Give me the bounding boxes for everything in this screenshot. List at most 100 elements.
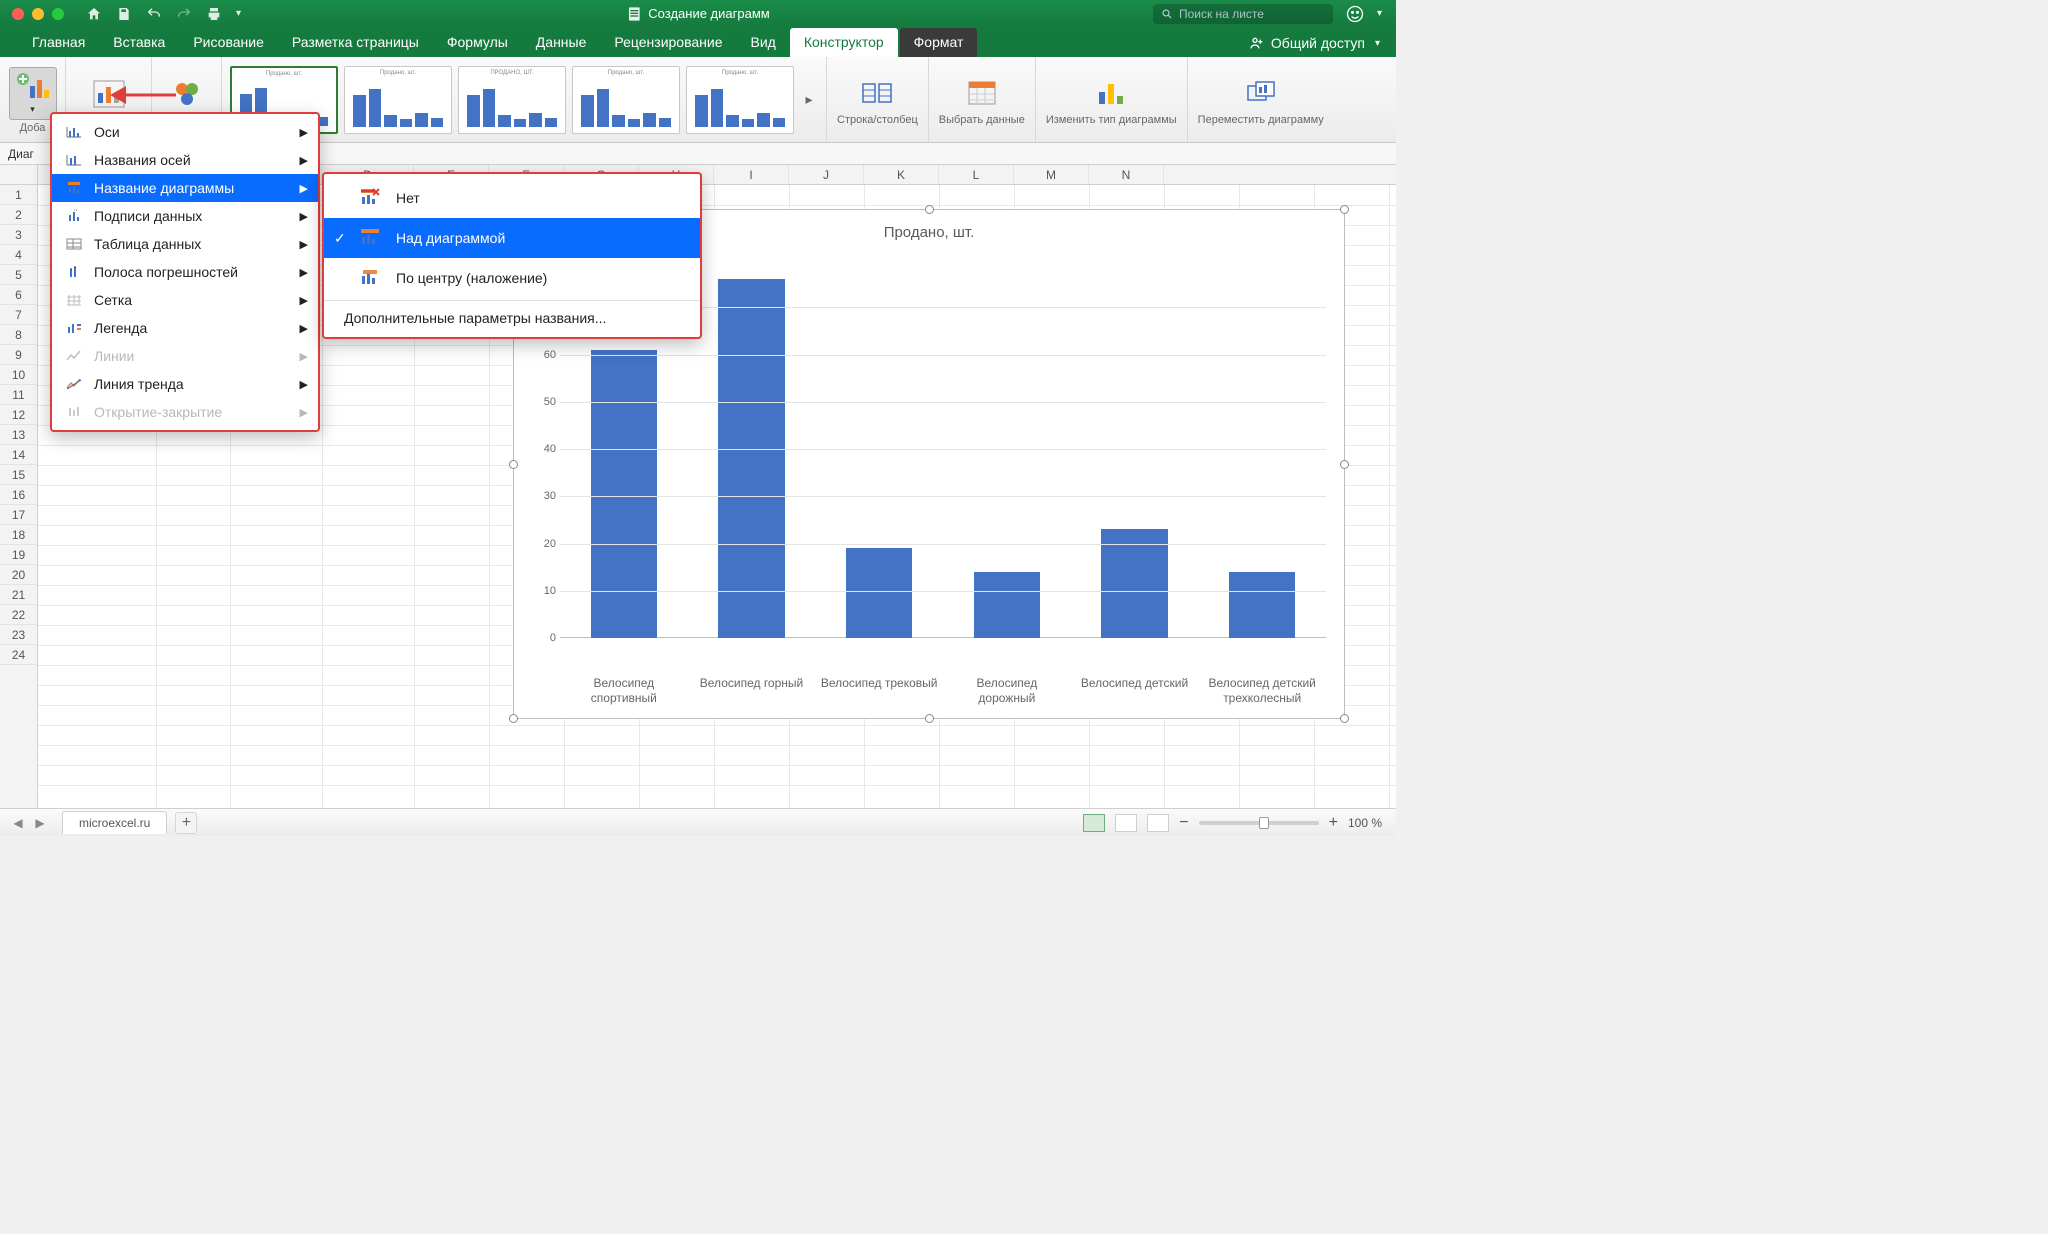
submenu-more-options[interactable]: Дополнительные параметры названия... <box>324 303 700 333</box>
menu-item[interactable]: Название диаграммы▶ <box>52 174 318 202</box>
row-header[interactable]: 8 <box>0 325 37 345</box>
col-header[interactable]: M <box>1014 165 1089 184</box>
minimize-window-button[interactable] <box>32 8 44 20</box>
search-input[interactable]: Поиск на листе <box>1153 4 1333 24</box>
change-chart-type-button[interactable] <box>1088 74 1134 112</box>
zoom-out-button[interactable]: − <box>1179 814 1188 832</box>
chart-style-4[interactable]: Продано, шт. <box>572 66 680 134</box>
row-header[interactable]: 14 <box>0 445 37 465</box>
qat-more-icon[interactable]: ▾ <box>236 8 241 19</box>
chart-bar[interactable] <box>591 350 657 638</box>
chart-style-3[interactable]: ПРОДАНО, ШТ. <box>458 66 566 134</box>
row-header[interactable]: 16 <box>0 485 37 505</box>
chart-bar[interactable] <box>718 279 784 638</box>
select-data-button[interactable] <box>959 74 1005 112</box>
menu-item[interactable]: Таблица данных▶ <box>52 230 318 258</box>
tab-view[interactable]: Вид <box>737 28 790 57</box>
menu-item[interactable]: Сетка▶ <box>52 286 318 314</box>
switch-row-col-button[interactable] <box>854 74 900 112</box>
sheet-tab[interactable]: microexcel.ru <box>62 811 167 834</box>
col-header[interactable]: I <box>714 165 789 184</box>
menu-item[interactable]: Линия тренда▶ <box>52 370 318 398</box>
sheet-nav-prev[interactable]: ◀ <box>8 813 28 833</box>
zoom-slider-thumb[interactable] <box>1259 817 1269 829</box>
share-button[interactable]: Общий доступ ▾ <box>1233 29 1396 57</box>
menu-item[interactable]: nПодписи данных▶ <box>52 202 318 230</box>
chart-resize-handle[interactable] <box>1340 714 1349 723</box>
tab-insert[interactable]: Вставка <box>99 28 179 57</box>
chart-bar[interactable] <box>1229 572 1295 638</box>
tab-data[interactable]: Данные <box>522 28 601 57</box>
row-header[interactable]: 4 <box>0 245 37 265</box>
maximize-window-button[interactable] <box>52 8 64 20</box>
sheet-nav-next[interactable]: ▶ <box>30 813 50 833</box>
menu-item[interactable]: Названия осей▶ <box>52 146 318 174</box>
close-window-button[interactable] <box>12 8 24 20</box>
chart-resize-handle[interactable] <box>509 460 518 469</box>
tab-home[interactable]: Главная <box>18 28 99 57</box>
row-header[interactable]: 20 <box>0 565 37 585</box>
row-header[interactable]: 19 <box>0 545 37 565</box>
col-header[interactable]: N <box>1089 165 1164 184</box>
submenu-item[interactable]: Нет <box>324 178 700 218</box>
tab-review[interactable]: Рецензирование <box>600 28 736 57</box>
chart-resize-handle[interactable] <box>1340 205 1349 214</box>
chart-bar[interactable] <box>1101 529 1167 638</box>
row-header[interactable]: 15 <box>0 465 37 485</box>
row-header[interactable]: 24 <box>0 645 37 665</box>
col-header[interactable]: K <box>864 165 939 184</box>
chart-resize-handle[interactable] <box>925 714 934 723</box>
row-headers[interactable]: 123456789101112131415161718192021222324 <box>0 185 38 808</box>
row-header[interactable]: 10 <box>0 365 37 385</box>
submenu-item[interactable]: По центру (наложение) <box>324 258 700 298</box>
view-page-layout-button[interactable] <box>1115 814 1137 832</box>
row-header[interactable]: 1 <box>0 185 37 205</box>
tab-draw[interactable]: Рисование <box>179 28 278 57</box>
zoom-in-button[interactable]: + <box>1329 814 1338 832</box>
tab-format[interactable]: Формат <box>900 28 978 57</box>
row-header[interactable]: 6 <box>0 285 37 305</box>
row-header[interactable]: 22 <box>0 605 37 625</box>
view-page-break-button[interactable] <box>1147 814 1169 832</box>
row-header[interactable]: 7 <box>0 305 37 325</box>
row-header[interactable]: 3 <box>0 225 37 245</box>
redo-icon[interactable] <box>176 6 192 22</box>
row-header[interactable]: 11 <box>0 385 37 405</box>
chart-resize-handle[interactable] <box>925 205 934 214</box>
titlebar-more-icon[interactable]: ▾ <box>1377 8 1382 19</box>
zoom-level[interactable]: 100 % <box>1348 816 1382 830</box>
undo-icon[interactable] <box>146 6 162 22</box>
chart-resize-handle[interactable] <box>1340 460 1349 469</box>
row-header[interactable]: 21 <box>0 585 37 605</box>
tab-pagelayout[interactable]: Разметка страницы <box>278 28 433 57</box>
gallery-more-button[interactable]: ▸ <box>800 91 818 108</box>
add-chart-element-button[interactable]: ▾ <box>9 67 57 120</box>
tab-design[interactable]: Конструктор <box>790 28 898 57</box>
row-header[interactable]: 2 <box>0 205 37 225</box>
chart-style-2[interactable]: Продано, шт. <box>344 66 452 134</box>
save-icon[interactable] <box>116 6 132 22</box>
row-header[interactable]: 23 <box>0 625 37 645</box>
row-header[interactable]: 17 <box>0 505 37 525</box>
chart-bar[interactable] <box>974 572 1040 638</box>
row-header[interactable]: 13 <box>0 425 37 445</box>
select-all-corner[interactable] <box>0 165 38 185</box>
tab-formulas[interactable]: Формулы <box>433 28 522 57</box>
home-icon[interactable] <box>86 6 102 22</box>
print-icon[interactable] <box>206 6 222 22</box>
row-header[interactable]: 12 <box>0 405 37 425</box>
menu-item[interactable]: Полоса погрешностей▶ <box>52 258 318 286</box>
menu-item[interactable]: Легенда▶ <box>52 314 318 342</box>
row-header[interactable]: 9 <box>0 345 37 365</box>
row-header[interactable]: 18 <box>0 525 37 545</box>
view-normal-button[interactable] <box>1083 814 1105 832</box>
chart-resize-handle[interactable] <box>509 714 518 723</box>
row-header[interactable]: 5 <box>0 265 37 285</box>
submenu-item[interactable]: ✓Над диаграммой <box>324 218 700 258</box>
feedback-smile-icon[interactable] <box>1345 4 1365 24</box>
chart-bar[interactable] <box>846 548 912 638</box>
menu-item[interactable]: Оси▶ <box>52 118 318 146</box>
chart-style-5[interactable]: Продано, шт. <box>686 66 794 134</box>
col-header[interactable]: L <box>939 165 1014 184</box>
add-sheet-button[interactable]: + <box>175 812 197 834</box>
